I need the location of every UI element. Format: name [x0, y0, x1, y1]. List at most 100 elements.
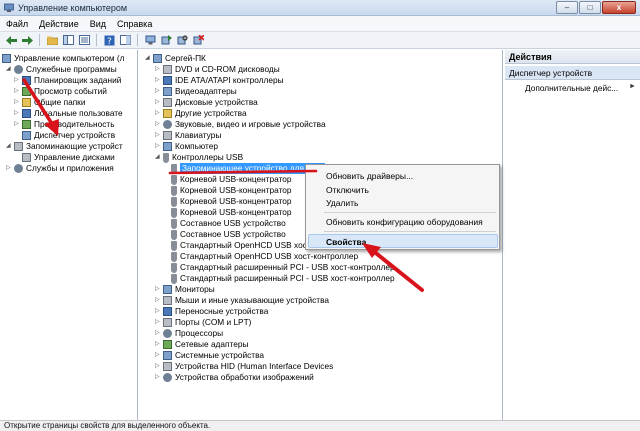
collapse-arrow-icon[interactable]: ◢ [6, 141, 12, 152]
device-category[interactable]: ▷ Видеоадаптеры [155, 86, 237, 97]
expand-arrow-icon[interactable]: ▷ [155, 75, 161, 86]
expand-arrow-icon[interactable]: ▷ [155, 141, 161, 152]
menu-action[interactable]: Действие [39, 19, 79, 29]
menu-item-uninstall[interactable]: Удалить [326, 198, 358, 208]
usb-device[interactable]: Корневой USB-концентратор [171, 185, 292, 196]
tree-item-device-manager[interactable]: Диспетчер устройств [22, 130, 115, 141]
tree-item-performance[interactable]: ▷ Производительность [14, 119, 115, 130]
usb-device[interactable]: Стандартный расширенный PCI - USB хост-к… [171, 273, 395, 284]
properties-icon[interactable] [77, 34, 91, 47]
more-actions-link[interactable]: Дополнительные дейс... [525, 83, 618, 93]
usb-icon [171, 218, 177, 229]
usb-icon [171, 273, 177, 284]
device-category[interactable]: ▷ Звуковые, видео и игровые устройства [155, 119, 326, 130]
title-bar: Управление компьютером – □ x [0, 0, 640, 16]
collapse-arrow-icon[interactable]: ◢ [6, 64, 12, 75]
device-category[interactable]: ▷ Другие устройства [155, 108, 247, 119]
tree-item-storage[interactable]: ◢ Запоминающие устройст [6, 141, 123, 152]
expand-arrow-icon[interactable]: ▷ [14, 97, 20, 108]
device-category[interactable]: ▷ DVD и CD-ROM дисководы [155, 64, 280, 75]
device-category[interactable]: ▷ Порты (COM и LPT) [155, 317, 251, 328]
expand-arrow-icon[interactable]: ▷ [155, 130, 161, 141]
menu-item-properties[interactable]: Свойства [326, 237, 366, 247]
help-icon[interactable]: ? [102, 34, 116, 47]
expand-arrow-icon[interactable]: ▷ [6, 163, 12, 174]
uninstall-device-icon[interactable] [191, 34, 205, 47]
menu-item-scan-hardware[interactable]: Обновить конфигурацию оборудования [326, 217, 483, 227]
menu-file[interactable]: Файл [6, 19, 28, 29]
tree-item-shared-folders[interactable]: ▷ Общие папки [14, 97, 85, 108]
menu-separator [324, 231, 496, 232]
expand-arrow-icon[interactable]: ▷ [14, 75, 20, 86]
expand-arrow-icon[interactable]: ▷ [155, 86, 161, 97]
expand-arrow-icon[interactable]: ▷ [155, 317, 161, 328]
actions-section[interactable]: Диспетчер устройств [505, 66, 640, 80]
update-driver-icon[interactable] [159, 34, 173, 47]
usb-device[interactable]: Корневой USB-концентратор [171, 207, 292, 218]
collapse-arrow-icon[interactable]: ◢ [155, 152, 161, 163]
usb-device[interactable]: Составное USB устройство [171, 229, 286, 240]
tree-item-disk-management[interactable]: Управление дисками [22, 152, 115, 163]
expand-arrow-icon[interactable]: ▷ [155, 295, 161, 306]
expand-arrow-icon[interactable]: ▷ [14, 108, 20, 119]
tree-item-event-viewer[interactable]: ▷ Просмотр событий [14, 86, 107, 97]
expand-arrow-icon[interactable]: ▷ [155, 284, 161, 295]
device-category[interactable]: ▷ Устройства HID (Human Interface Devices [155, 361, 333, 372]
tree-item-task-scheduler[interactable]: ▷ Планировщик заданий [14, 75, 121, 86]
device-category[interactable]: ▷ Процессоры [155, 328, 223, 339]
device-category[interactable]: ▷ Дисковые устройства [155, 97, 258, 108]
chevron-right-icon[interactable]: ► [629, 83, 636, 90]
expand-arrow-icon[interactable]: ▷ [155, 97, 161, 108]
usb-device[interactable]: Корневой USB-концентратор [171, 174, 292, 185]
usb-device[interactable]: Составное USB устройство [171, 218, 286, 229]
expand-arrow-icon[interactable]: ▷ [155, 339, 161, 350]
device-category-usb[interactable]: ◢ Контроллеры USB [155, 152, 243, 163]
show-hide-tree-icon[interactable] [61, 34, 75, 47]
expand-arrow-icon[interactable]: ▷ [155, 119, 161, 130]
tree-item-local-users[interactable]: ▷ Локальные пользовате [14, 108, 123, 119]
device-root[interactable]: ◢ Сергей-ПК [145, 53, 206, 64]
usb-device[interactable]: Стандартный OpenHCD USB хост-контроллер [171, 251, 358, 262]
usb-device[interactable]: Стандартный расширенный PCI - USB хост-к… [171, 262, 395, 273]
device-manager-icon [22, 131, 31, 140]
device-category[interactable]: ▷ Сетевые адаптеры [155, 339, 248, 350]
expand-arrow-icon[interactable]: ▷ [155, 361, 161, 372]
collapse-arrow-icon[interactable]: ◢ [145, 53, 151, 64]
device-category[interactable]: ▷ Устройства обработки изображений [155, 372, 314, 383]
menu-help[interactable]: Справка [117, 19, 152, 29]
close-button[interactable]: x [602, 1, 636, 14]
expand-arrow-icon[interactable]: ▷ [155, 306, 161, 317]
back-arrow-icon[interactable] [4, 34, 18, 47]
device-category[interactable]: ▷ Переносные устройства [155, 306, 268, 317]
device-category[interactable]: ▷ Мыши и иные указывающие устройства [155, 295, 329, 306]
disable-device-icon[interactable] [175, 34, 189, 47]
minimize-button[interactable]: – [556, 1, 578, 14]
users-icon [22, 109, 31, 118]
expand-arrow-icon[interactable]: ▷ [14, 119, 20, 130]
panel-icon[interactable] [118, 34, 132, 47]
device-category[interactable]: ▷ IDE ATA/ATAPI контроллеры [155, 75, 284, 86]
forward-arrow-icon[interactable] [20, 34, 34, 47]
menu-item-update-drivers[interactable]: Обновить драйверы... [326, 171, 413, 181]
expand-arrow-icon[interactable]: ▷ [155, 350, 161, 361]
usb-device[interactable]: Корневой USB-концентратор [171, 196, 292, 207]
expand-arrow-icon[interactable]: ▷ [155, 328, 161, 339]
tree-root[interactable]: Управление компьютером (л [2, 53, 125, 64]
device-category[interactable]: ▷ Системные устройства [155, 350, 264, 361]
maximize-button[interactable]: □ [579, 1, 601, 14]
tree-item-system-tools[interactable]: ◢ Служебные программы [6, 64, 117, 75]
expand-arrow-icon[interactable]: ▷ [155, 64, 161, 75]
menu-view[interactable]: Вид [90, 19, 106, 29]
menu-item-disable[interactable]: Отключить [326, 185, 369, 195]
device-category[interactable]: ▷ Мониторы [155, 284, 215, 295]
expand-arrow-icon[interactable]: ▷ [155, 108, 161, 119]
up-folder-icon[interactable] [45, 34, 59, 47]
device-category[interactable]: ▷ Компьютер [155, 141, 218, 152]
expand-arrow-icon[interactable]: ▷ [14, 86, 20, 97]
device-category[interactable]: ▷ Клавиатуры [155, 130, 221, 141]
scan-hardware-icon[interactable] [143, 34, 157, 47]
usb-device-selected[interactable]: Запоминающее устройство для USB [171, 163, 326, 174]
monitor-icon [163, 285, 172, 294]
tree-item-services-apps[interactable]: ▷ Службы и приложения [6, 163, 114, 174]
expand-arrow-icon[interactable]: ▷ [155, 372, 161, 383]
